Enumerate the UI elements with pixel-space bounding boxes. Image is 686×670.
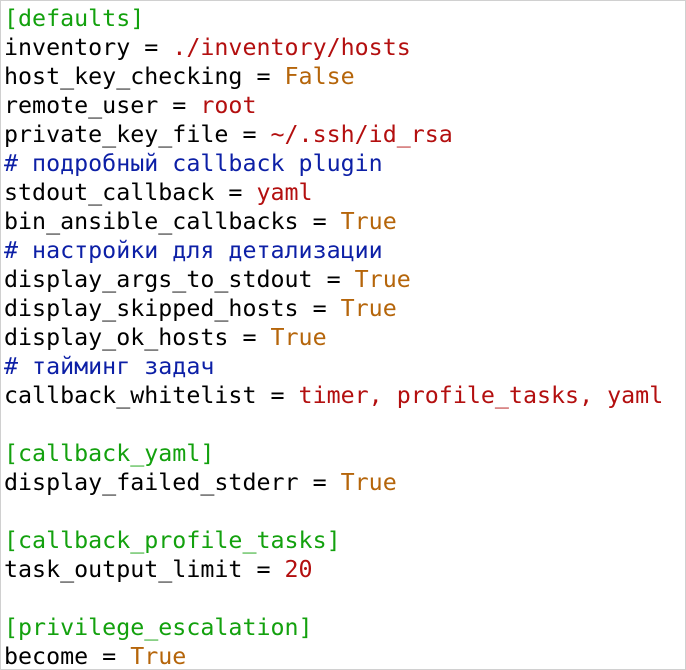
code-line: inventory = ./inventory/hosts: [4, 33, 663, 62]
code-line: display_ok_hosts = True: [4, 323, 663, 352]
code-line: callback_whitelist = timer, profile_task…: [4, 381, 663, 410]
boolean-value: True: [270, 324, 327, 351]
value-text: ~/.ssh/id_rsa: [270, 121, 453, 148]
boolean-value: True: [354, 266, 411, 293]
key-text: remote_user =: [4, 92, 201, 119]
value-text: ./inventory/hosts: [172, 34, 411, 61]
comment-text: # подробный callback plugin: [4, 150, 383, 177]
code-line: task_output_limit = 20: [4, 555, 663, 584]
ini-config-text[interactable]: [defaults] inventory = ./inventory/hosts h…: [4, 4, 663, 670]
key-text: stdout_callback =: [4, 179, 257, 206]
section-header: [privilege_escalation]: [4, 614, 313, 641]
key-text: inventory =: [4, 34, 173, 61]
section-header: [callback_yaml]: [4, 440, 215, 467]
key-text: bin_ansible_callbacks =: [4, 208, 341, 235]
code-editor[interactable]: [defaults] inventory = ./inventory/hosts h…: [0, 0, 686, 670]
comment-text: # тайминг задач: [4, 353, 215, 380]
key-text: task_output_limit =: [4, 556, 285, 583]
comment-text: # настройки для детализации: [4, 237, 383, 264]
section-header: [defaults]: [4, 5, 145, 32]
code-line: [defaults]: [4, 4, 663, 33]
number-value: 20: [284, 556, 313, 583]
code-line: display_skipped_hosts = True: [4, 294, 663, 323]
value-text: root: [200, 92, 257, 119]
code-line: [privilege_escalation]: [4, 613, 663, 642]
code-line: become = True: [4, 642, 663, 670]
key-text: display_failed_stderr =: [4, 469, 341, 496]
key-text: private_key_file =: [4, 121, 271, 148]
value-text: yaml: [256, 179, 313, 206]
code-line: # настройки для детализации: [4, 236, 663, 265]
section-header: [callback_profile_tasks]: [4, 527, 341, 554]
code-line: # подробный callback plugin: [4, 149, 663, 178]
code-line: display_args_to_stdout = True: [4, 265, 663, 294]
boolean-value: True: [130, 643, 187, 670]
boolean-value: True: [340, 295, 397, 322]
code-line: stdout_callback = yaml: [4, 178, 663, 207]
code-line: remote_user = root: [4, 91, 663, 120]
code-line: host_key_checking = False: [4, 62, 663, 91]
code-line: bin_ansible_callbacks = True: [4, 207, 663, 236]
code-line: private_key_file = ~/.ssh/id_rsa: [4, 120, 663, 149]
boolean-value: True: [340, 469, 397, 496]
key-text: host_key_checking =: [4, 63, 285, 90]
boolean-value: False: [284, 63, 355, 90]
code-line: display_failed_stderr = True: [4, 468, 663, 497]
key-text: display_skipped_hosts =: [4, 295, 341, 322]
key-text: display_ok_hosts =: [4, 324, 271, 351]
key-text: become =: [4, 643, 131, 670]
key-text: display_args_to_stdout =: [4, 266, 355, 293]
key-text: callback_whitelist =: [4, 382, 299, 409]
code-line: # тайминг задач: [4, 352, 663, 381]
value-text: timer, profile_tasks, yaml: [298, 382, 664, 409]
code-line: [callback_profile_tasks]: [4, 526, 663, 555]
code-line: [callback_yaml]: [4, 439, 663, 468]
boolean-value: True: [340, 208, 397, 235]
